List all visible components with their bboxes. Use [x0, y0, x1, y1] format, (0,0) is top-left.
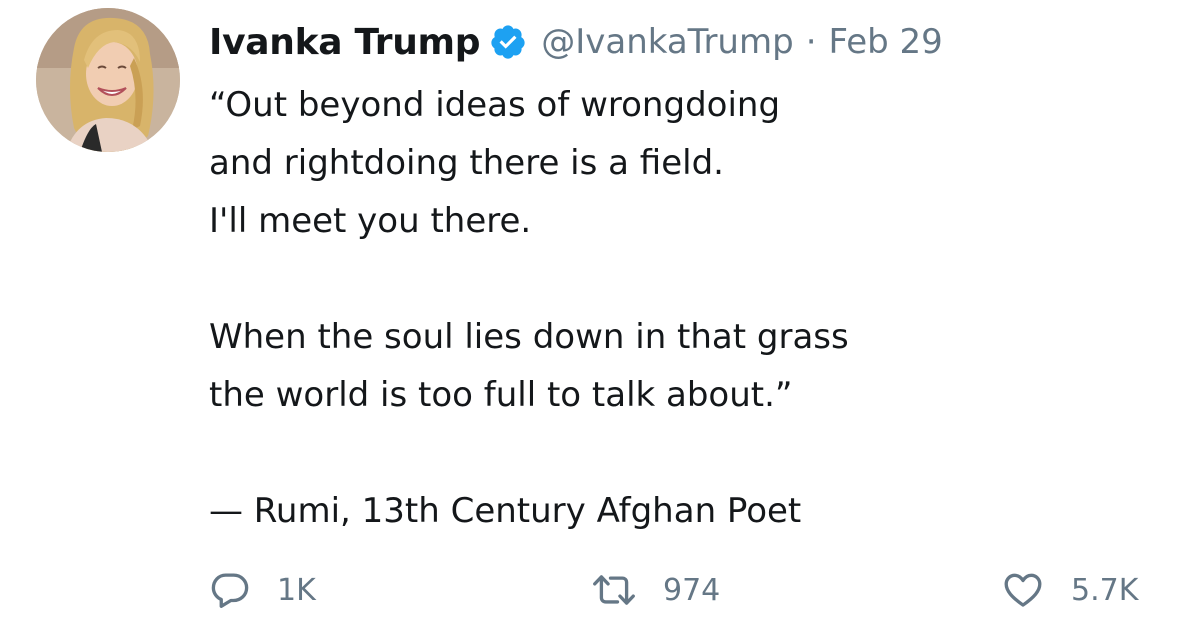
- reply-button[interactable]: 1K: [209, 560, 316, 620]
- tweet-card: Ivanka Trump @IvankaTrump · Feb 29 “Out …: [0, 0, 1200, 640]
- retweet-button[interactable]: 974: [591, 560, 720, 620]
- tweet-content: Ivanka Trump @IvankaTrump · Feb 29 “Out …: [209, 14, 1169, 540]
- tweet-text: “Out beyond ideas of wrongdoing and righ…: [209, 85, 849, 531]
- like-count: 5.7K: [1071, 572, 1139, 608]
- user-handle[interactable]: @IvankaTrump: [541, 22, 793, 62]
- heart-icon: [1004, 573, 1042, 607]
- retweet-count: 974: [663, 572, 721, 608]
- tweet-header: Ivanka Trump @IvankaTrump · Feb 29: [209, 14, 1169, 70]
- avatar[interactable]: [36, 8, 180, 152]
- reply-count: 1K: [277, 572, 316, 608]
- display-name[interactable]: Ivanka Trump: [209, 22, 481, 63]
- tweet-date[interactable]: Feb 29: [829, 22, 943, 62]
- separator-dot: ·: [805, 22, 817, 62]
- avatar-photo: [36, 8, 180, 152]
- retweet-arrows-icon: [593, 575, 635, 605]
- like-button[interactable]: 5.7K: [1001, 560, 1138, 620]
- verified-badge-icon: [489, 23, 527, 61]
- tweet-actions: 1K 974 5.7K: [209, 560, 1169, 620]
- reply-bubble-icon: [211, 573, 249, 608]
